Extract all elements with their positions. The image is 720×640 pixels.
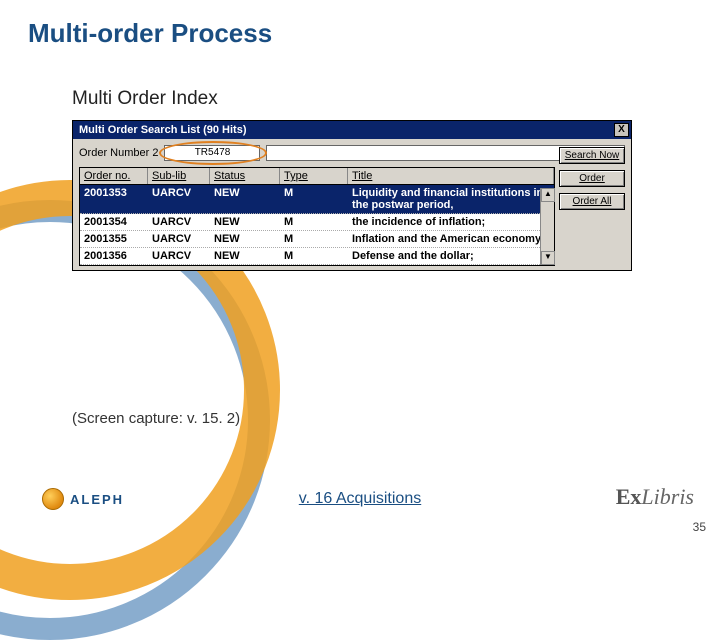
cell-status: NEW: [210, 231, 280, 247]
table-header-row: Order no. Sub-lib Status Type Title: [80, 168, 554, 185]
col-title[interactable]: Title: [348, 168, 554, 184]
cell-order-no: 2001354: [80, 214, 148, 230]
table-row[interactable]: 2001353UARCVNEWMLiquidity and financial …: [80, 185, 554, 214]
cell-sub-lib: UARCV: [148, 248, 210, 264]
action-buttons: Search Now Order Order All: [559, 147, 625, 210]
order-button[interactable]: Order: [559, 170, 625, 187]
cell-sub-lib: UARCV: [148, 231, 210, 247]
aleph-text: ALEPH: [70, 492, 124, 507]
app-window: Multi Order Search List (90 Hits) X Orde…: [72, 120, 632, 271]
col-status[interactable]: Status: [210, 168, 280, 184]
search-value: TR5478: [195, 147, 231, 158]
scroll-up-button[interactable]: ▲: [541, 188, 555, 202]
cell-sub-lib: UARCV: [148, 214, 210, 230]
col-sub-lib[interactable]: Sub-lib: [148, 168, 210, 184]
cell-sub-lib: UARCV: [148, 185, 210, 213]
cell-status: NEW: [210, 214, 280, 230]
search-label: Order Number 2: [79, 147, 158, 159]
cell-order-no: 2001353: [80, 185, 148, 213]
exlibris-prefix: Ex: [616, 484, 642, 509]
results-table: Order no. Sub-lib Status Type Title 2001…: [79, 167, 555, 266]
exlibris-suffix: Libris: [641, 484, 694, 509]
window-title: Multi Order Search List (90 Hits): [79, 124, 246, 136]
search-input[interactable]: TR5478: [164, 145, 260, 161]
cell-status: NEW: [210, 248, 280, 264]
col-order-no[interactable]: Order no.: [80, 168, 148, 184]
col-type[interactable]: Type: [280, 168, 348, 184]
search-now-button[interactable]: Search Now: [559, 147, 625, 164]
slide-subtitle: Multi Order Index: [72, 88, 218, 110]
footer-right-logo: ExLibris: [616, 484, 694, 510]
search-row: Order Number 2 TR5478: [73, 139, 631, 165]
scroll-down-button[interactable]: ▼: [541, 251, 555, 265]
cell-type: M: [280, 248, 348, 264]
cell-order-no: 2001355: [80, 231, 148, 247]
order-all-button[interactable]: Order All: [559, 193, 625, 210]
slide-title: Multi-order Process: [28, 18, 272, 49]
table-row[interactable]: 2001355UARCVNEWMInflation and the Americ…: [80, 231, 554, 248]
footer-left-logo: ALEPH: [42, 488, 124, 510]
cell-title: Defense and the dollar;: [348, 248, 554, 264]
slide-number: 35: [693, 520, 706, 534]
screenshot-caption: (Screen capture: v. 15. 2): [72, 410, 240, 427]
cell-status: NEW: [210, 185, 280, 213]
cell-type: M: [280, 185, 348, 213]
cell-title: the incidence of inflation;: [348, 214, 554, 230]
window-titlebar: Multi Order Search List (90 Hits) X: [73, 121, 631, 139]
table-row[interactable]: 2001354UARCVNEWMthe incidence of inflati…: [80, 214, 554, 231]
cell-title: Inflation and the American economy,: [348, 231, 554, 247]
cell-order-no: 2001356: [80, 248, 148, 264]
aleph-icon: [42, 488, 64, 510]
cell-type: M: [280, 214, 348, 230]
close-button[interactable]: X: [614, 123, 629, 137]
scrollbar[interactable]: ▲ ▼: [540, 188, 554, 265]
table-row[interactable]: 2001356UARCVNEWMDefense and the dollar;: [80, 248, 554, 265]
cell-type: M: [280, 231, 348, 247]
cell-title: Liquidity and financial institutions in …: [348, 185, 554, 213]
